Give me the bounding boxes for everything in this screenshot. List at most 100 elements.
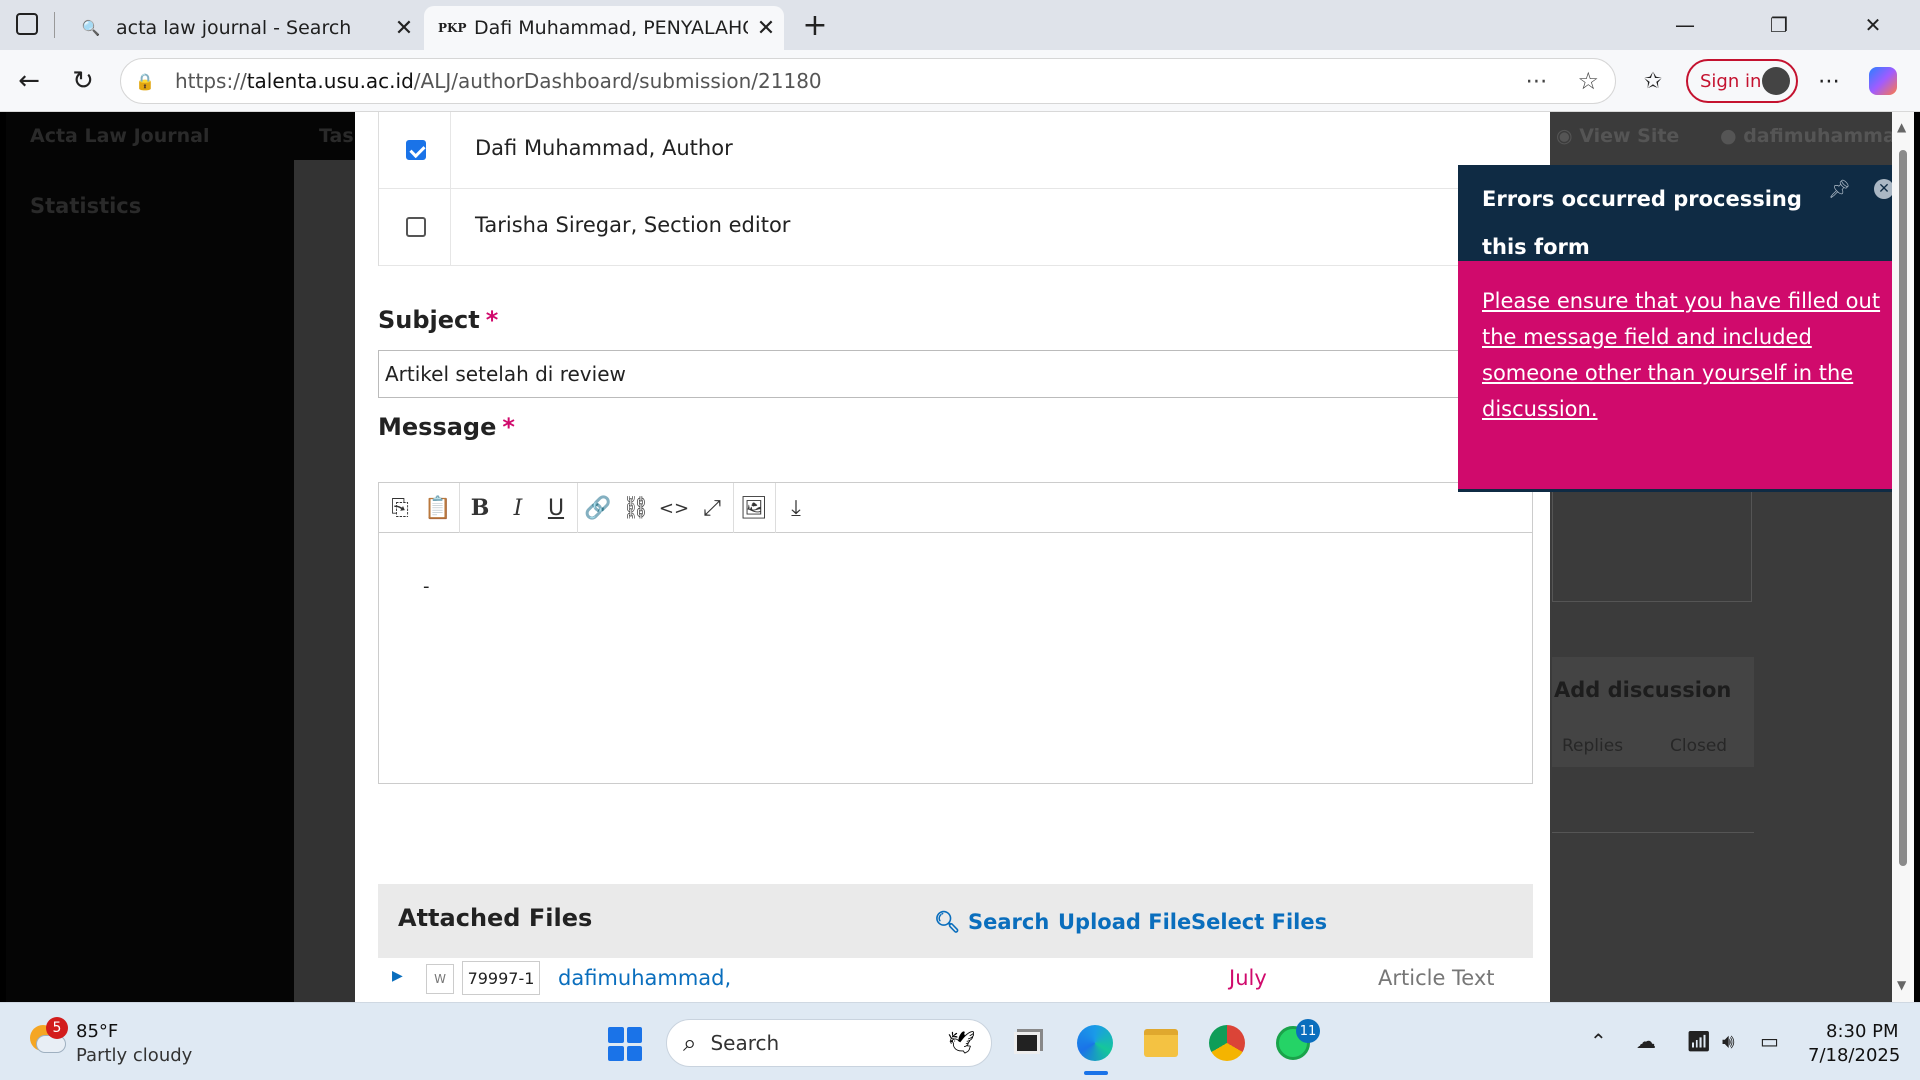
pin-icon[interactable]: 📌︎ [1828, 179, 1851, 200]
refresh-button[interactable]: ↻ [62, 60, 104, 102]
task-view-icon[interactable] [1006, 1023, 1048, 1063]
taskbar: 5 85°F Partly cloudy ⌕ Search 🕊 11 ⌃ ☁ 📶… [0, 1002, 1920, 1080]
scroll-up-icon[interactable]: ▲ [1897, 120, 1906, 134]
windows-start-icon[interactable] [608, 1027, 642, 1061]
clock-time[interactable]: 8:30 PM [1826, 1021, 1899, 1042]
scrollbar[interactable]: ▲ ▼ [1892, 112, 1914, 1002]
attached-files-title: Attached Files [398, 904, 593, 932]
volume-icon[interactable]: 🔊︎ [1722, 1029, 1735, 1053]
error-message-link[interactable]: Please ensure that you have filled out t… [1482, 283, 1882, 427]
tab-title: acta law journal - Search [116, 17, 352, 39]
sidebar-item-statistics[interactable]: Statistics [30, 194, 141, 218]
temperature[interactable]: 85°F [76, 1021, 118, 1042]
read-aloud-icon[interactable]: ⋯ [1525, 69, 1547, 94]
image-icon[interactable]: 🖼 [735, 489, 773, 527]
close-tab-icon[interactable]: ✕ [748, 16, 784, 41]
journal-name[interactable]: Acta Law Journal [30, 125, 209, 147]
error-notification: Errors occurred processing this form 📌︎ … [1458, 165, 1910, 492]
paste-icon[interactable]: 📋 [419, 489, 457, 527]
expand-row-icon[interactable]: ▶ [392, 968, 403, 984]
participant-row: Tarisha Siregar, Section editor [379, 189, 1550, 266]
code-icon[interactable]: <> [655, 489, 693, 527]
upload-icon[interactable]: ⤓ [777, 489, 815, 527]
checkbox-cell [379, 112, 451, 189]
file-name-link[interactable]: dafimuhammad, [558, 966, 731, 990]
message-label: Message * [378, 413, 515, 441]
message-text: - [423, 576, 430, 597]
subject-label: Subject * [378, 306, 499, 334]
new-tab-button[interactable]: + [796, 6, 834, 44]
toolbar-separator [459, 483, 460, 533]
participant-row: Dafi Muhammad, Author [379, 112, 1550, 189]
message-editor: ⎘ 📋 B I U 🔗 ⛓ <> ⤢ 🖼 ⤓ - [378, 482, 1533, 784]
url-field[interactable]: 🔒 https://talenta.usu.ac.id/ALJ/authorDa… [120, 58, 1616, 104]
search-files-link[interactable]: 🔍︎ Search [934, 910, 1049, 935]
weather-description[interactable]: Partly cloudy [76, 1045, 192, 1066]
closed-column-header: Closed [1670, 736, 1728, 756]
unlink-icon[interactable]: ⛓ [617, 489, 655, 527]
tasks-link[interactable]: Tas [319, 125, 354, 147]
bold-icon[interactable]: B [461, 489, 499, 527]
more-menu-icon[interactable]: ⋯ [1808, 60, 1850, 102]
favorites-icon[interactable]: ✩ [1632, 60, 1674, 102]
onedrive-icon[interactable]: ☁ [1636, 1029, 1656, 1053]
fullscreen-icon[interactable]: ⤢ [693, 489, 731, 527]
close-icon[interactable]: ✕ [1874, 179, 1894, 199]
divider [1552, 832, 1754, 833]
weather-badge: 5 [46, 1017, 68, 1039]
copilot-icon[interactable] [1862, 60, 1904, 102]
file-explorer-icon[interactable] [1140, 1023, 1182, 1063]
tab-separator [54, 12, 55, 38]
error-header: Errors occurred processing this form 📌︎ … [1458, 165, 1910, 261]
background-panel [1552, 482, 1752, 602]
checkbox-cell [379, 189, 451, 266]
clock-date[interactable]: 7/18/2025 [1808, 1045, 1900, 1066]
file-id: 79997-1 [462, 961, 540, 995]
taskbar-search[interactable]: ⌕ Search 🕊 [666, 1019, 992, 1067]
attached-files-header: Attached Files 🔍︎ Search Upload File Sel… [378, 884, 1533, 958]
toolbar-separator [577, 483, 578, 533]
notification-badge: 11 [1296, 1019, 1320, 1043]
subject-input[interactable] [378, 350, 1550, 398]
back-button[interactable]: ← [8, 60, 50, 102]
url-text: https://talenta.usu.ac.id/ALJ/authorDash… [175, 69, 822, 93]
favorite-star-icon[interactable]: ☆ [1577, 67, 1599, 95]
tab-submission[interactable]: PKP Dafi Muhammad, PENYALAHGUN ✕ [424, 6, 784, 50]
restore-icon[interactable]: ❐ [1732, 0, 1826, 50]
participant-checkbox[interactable] [406, 217, 426, 237]
editor-toolbar: ⎘ 📋 B I U 🔗 ⛓ <> ⤢ 🖼 ⤓ [379, 483, 1532, 533]
user-menu-link[interactable]: ● dafimuhammad [1720, 125, 1909, 147]
chevron-up-icon[interactable]: ⌃ [1590, 1029, 1607, 1053]
file-date: July [1229, 966, 1267, 990]
tab-actions-icon[interactable] [16, 13, 38, 35]
search-icon: ⌕ [683, 1029, 697, 1057]
underline-icon[interactable]: U [537, 489, 575, 527]
italic-icon[interactable]: I [499, 489, 537, 527]
site-info-icon[interactable]: 🔒 [135, 72, 159, 91]
profile-avatar [1762, 67, 1790, 95]
close-window-icon[interactable]: ✕ [1826, 0, 1920, 50]
eye-icon: ◉ [1556, 125, 1580, 147]
browser-tab-bar: 🔍 acta law journal - Search ✕ PKP Dafi M… [0, 0, 1920, 50]
chrome-icon[interactable] [1206, 1023, 1248, 1063]
select-files-link[interactable]: Select Files [1191, 910, 1327, 934]
search-icon: 🔍 [81, 19, 101, 37]
wifi-icon[interactable]: 📶︎ [1686, 1029, 1711, 1053]
battery-icon[interactable]: ▭ [1760, 1029, 1779, 1053]
view-site-link[interactable]: ◉ View Site [1556, 125, 1679, 147]
message-textarea[interactable]: - [379, 534, 1532, 783]
link-icon[interactable]: 🔗 [579, 489, 617, 527]
tab-search[interactable]: 🔍 acta law journal - Search ✕ [66, 6, 422, 50]
add-discussion-heading: Add discussion [1554, 678, 1732, 702]
close-tab-icon[interactable]: ✕ [386, 16, 422, 41]
minimize-icon[interactable]: — [1638, 0, 1732, 50]
window-controls: — ❐ ✕ [1638, 0, 1920, 50]
scrollbar-thumb[interactable] [1899, 150, 1907, 866]
scroll-down-icon[interactable]: ▼ [1897, 978, 1906, 992]
copy-icon[interactable]: ⎘ [381, 489, 419, 527]
participant-checkbox[interactable] [406, 140, 426, 160]
upload-file-link[interactable]: Upload File [1058, 910, 1191, 934]
address-bar-row: ← ↻ 🔒 https://talenta.usu.ac.id/ALJ/auth… [0, 50, 1920, 112]
sign-in-button[interactable]: Sign in [1686, 59, 1798, 103]
edge-icon[interactable] [1074, 1023, 1116, 1063]
